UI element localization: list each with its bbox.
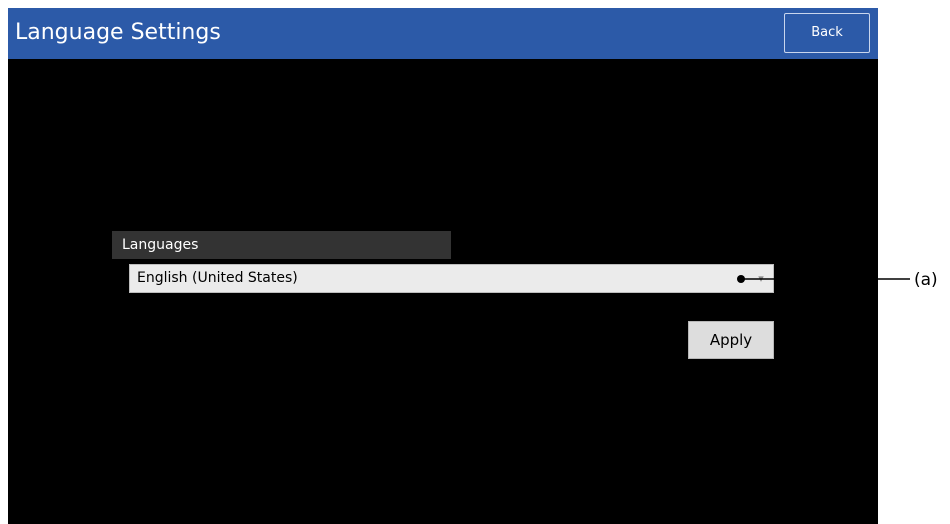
- apply-button[interactable]: Apply: [688, 321, 774, 359]
- languages-section-header: Languages: [112, 231, 451, 259]
- language-select[interactable]: English (United States) ▾: [129, 264, 774, 293]
- callout-label: (a): [914, 270, 938, 290]
- chevron-down-icon: ▾: [758, 272, 764, 285]
- back-button[interactable]: Back: [784, 13, 870, 53]
- settings-screen: Language Settings Back Languages English…: [8, 8, 878, 524]
- language-select-value: English (United States): [137, 270, 298, 286]
- page-title: Language Settings: [15, 20, 221, 45]
- title-bar: Language Settings Back: [8, 8, 878, 59]
- page: Language Settings Back Languages English…: [0, 0, 950, 524]
